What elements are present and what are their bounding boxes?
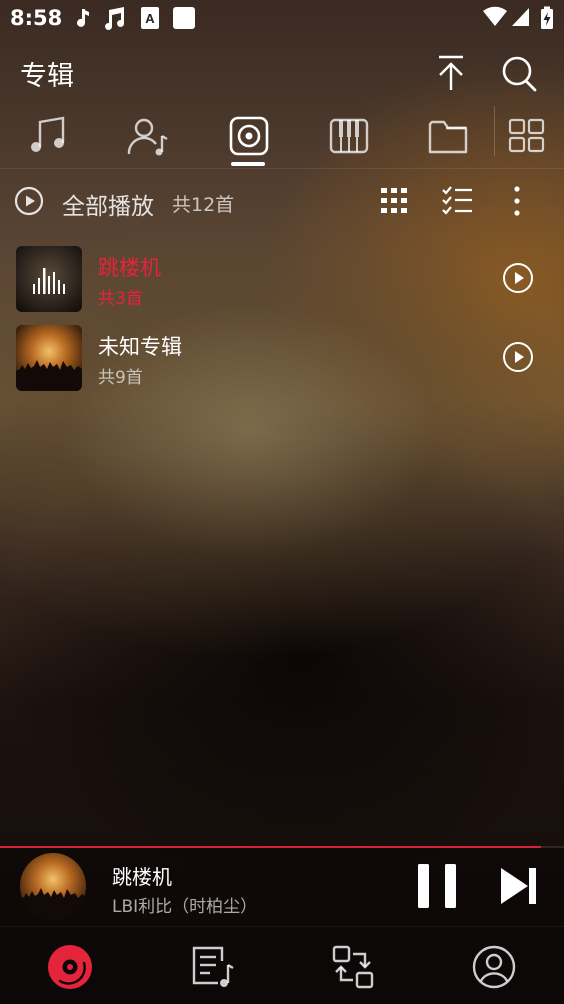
nav-switch[interactable]	[329, 943, 377, 991]
music-note-double-icon	[105, 7, 125, 30]
album-track-count: 共9首	[98, 368, 143, 388]
nav-profile[interactable]	[470, 943, 518, 991]
bottom-navigation	[0, 926, 564, 1004]
svg-text:A: A	[145, 11, 155, 26]
pause-button[interactable]	[416, 862, 460, 910]
tab-folders[interactable]	[426, 114, 470, 158]
now-playing-cover	[20, 853, 86, 919]
now-playing-title: 跳楼机	[112, 865, 172, 889]
playlist-icon	[192, 946, 234, 987]
tab-divider	[494, 106, 495, 156]
list-item[interactable]: 未知专辑 共9首	[0, 321, 564, 395]
next-button[interactable]	[498, 862, 542, 910]
page-title: 专辑	[20, 61, 74, 92]
play-circle-icon	[14, 186, 44, 216]
play-circle-icon	[503, 263, 533, 293]
divider	[0, 168, 564, 169]
multi-select-icon	[442, 186, 472, 215]
list-item[interactable]: 跳楼机 共3首	[0, 242, 564, 316]
scroll-top-button[interactable]	[431, 52, 471, 94]
album-track-count: 共3首	[98, 289, 143, 309]
tab-albums[interactable]	[227, 114, 271, 158]
battery-charging-icon	[541, 6, 553, 29]
font-a-icon: A	[141, 7, 159, 29]
repeat-icon	[332, 945, 374, 989]
album-art-equalizer-image	[16, 246, 82, 312]
album-cover	[16, 246, 82, 312]
total-count: 共12首	[172, 194, 235, 216]
album-icon	[229, 116, 269, 156]
pause-icon	[418, 864, 456, 908]
skip-next-icon	[501, 868, 536, 904]
album-play-button[interactable]	[502, 262, 534, 294]
signal-icon	[512, 8, 529, 26]
header: 专辑	[0, 42, 564, 104]
artist-icon	[127, 118, 168, 156]
piano-icon	[329, 118, 369, 154]
disc-icon	[48, 945, 92, 989]
grid-view-icon	[381, 188, 407, 213]
scroll-top-icon	[439, 55, 463, 90]
play-all-button[interactable]	[14, 186, 44, 216]
music-note-icon	[77, 9, 89, 27]
album-name: 跳楼机	[98, 256, 161, 280]
nav-playlist[interactable]	[188, 943, 236, 991]
status-bar: 8:58 A	[0, 0, 564, 38]
mini-player[interactable]: 跳楼机 LBI利比（时柏尘）	[0, 848, 564, 926]
more-icon	[514, 186, 520, 216]
tab-artists[interactable]	[126, 114, 170, 158]
grid-icon	[508, 118, 545, 153]
now-playing-artist: LBI利比（时柏尘）	[112, 897, 258, 917]
tab-songs[interactable]	[26, 114, 70, 158]
multi-select-button[interactable]	[440, 184, 474, 218]
album-art-concert-image	[20, 853, 86, 919]
play-circle-icon	[503, 342, 533, 372]
album-art-concert-image	[16, 325, 82, 391]
status-time: 8:58	[10, 6, 63, 30]
album-name: 未知专辑	[98, 335, 182, 359]
tab-grid[interactable]	[505, 114, 549, 158]
search-button[interactable]	[499, 52, 539, 94]
song-icon	[31, 116, 65, 152]
active-tab-indicator	[231, 162, 265, 166]
folder-icon	[428, 120, 468, 154]
album-cover	[16, 325, 82, 391]
nav-library[interactable]	[46, 943, 94, 991]
category-tabs	[0, 106, 564, 168]
play-all-label[interactable]: 全部播放	[62, 187, 154, 221]
grid-view-button[interactable]	[377, 184, 411, 218]
white-square-icon	[173, 7, 195, 29]
profile-icon	[472, 945, 516, 989]
more-button[interactable]	[500, 184, 534, 218]
tab-piano[interactable]	[327, 114, 371, 158]
wifi-icon	[483, 6, 507, 26]
search-icon	[502, 56, 537, 92]
album-play-button[interactable]	[502, 341, 534, 373]
play-all-toolbar: 全部播放 共12首	[0, 176, 564, 228]
